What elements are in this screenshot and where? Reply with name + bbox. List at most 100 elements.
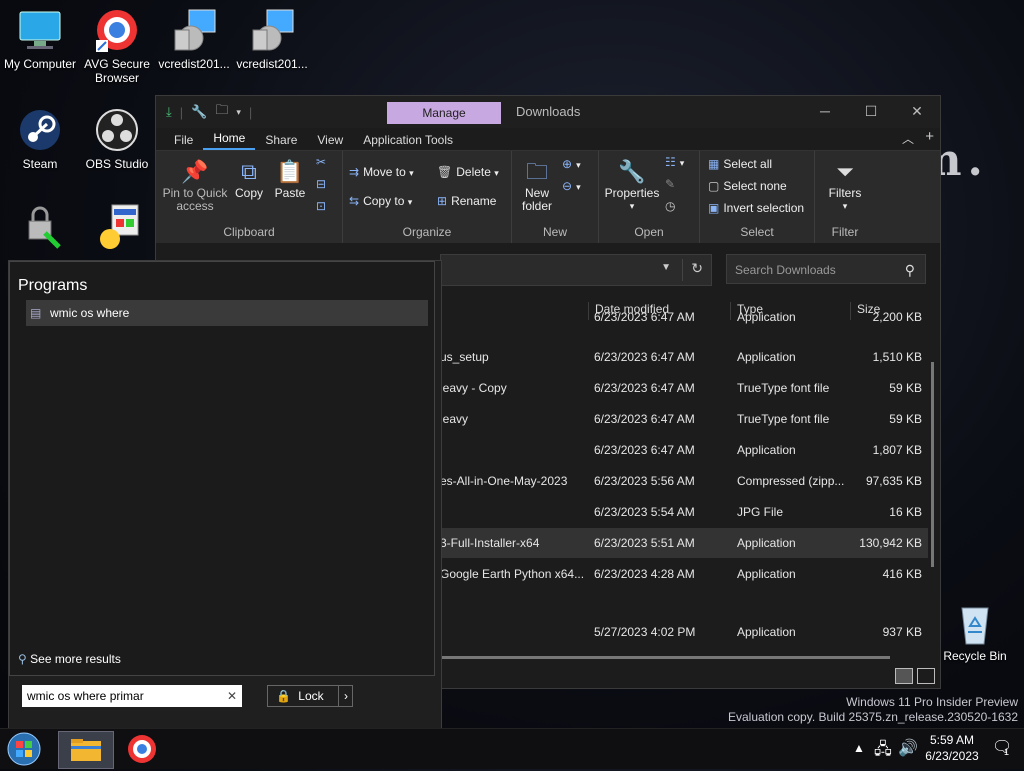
- watermark-line-2: Evaluation copy. Build 25375.zn_release.…: [728, 710, 1018, 724]
- download-icon[interactable]: ⤓: [166, 104, 172, 120]
- window-title: Downloads: [516, 104, 581, 119]
- copy-path-icon[interactable]: ⊟: [316, 177, 330, 191]
- search-input[interactable]: Search Downloads ⚲: [726, 254, 926, 284]
- select-none-button[interactable]: ▢ Select none: [708, 179, 787, 193]
- file-date: 6/23/2023 6:47 AM: [594, 443, 695, 457]
- horizontal-scrollbar[interactable]: [440, 656, 890, 659]
- tab-share[interactable]: Share: [255, 130, 307, 150]
- easy-access-button[interactable]: ⊖ ▾: [562, 179, 581, 193]
- select-all-button[interactable]: ▦ Select all: [708, 157, 772, 171]
- search-icon[interactable]: ⚲: [905, 255, 915, 285]
- desktop-icon-recycle-bin[interactable]: Recycle Bin: [935, 600, 1015, 663]
- volume-icon[interactable]: 🔊: [898, 738, 918, 758]
- see-more-results-link[interactable]: ⚲ See more results: [18, 652, 121, 666]
- new-item-button[interactable]: ⊕ ▾: [562, 157, 581, 171]
- tab-home[interactable]: Home: [203, 128, 256, 150]
- paste-icon: 📋: [276, 159, 304, 184]
- properties-icon[interactable]: 🔧: [191, 104, 207, 120]
- taskbar-file-explorer[interactable]: [58, 731, 114, 769]
- desktop-icon-steam[interactable]: Steam: [0, 108, 80, 171]
- file-date: 6/23/2023 6:47 AM: [594, 350, 695, 364]
- show-hidden-icons[interactable]: ▲: [853, 741, 865, 755]
- search-results: Programs ▤ wmic os where ⚲ See more resu…: [9, 261, 435, 676]
- group-label-new: New: [542, 225, 567, 239]
- address-bar[interactable]: ▼ ↻: [440, 254, 712, 286]
- table-row[interactable]: 6/23/2023 5:54 AM JPG File 16 KB: [440, 497, 928, 527]
- table-row[interactable]: us_setup 6/23/2023 6:47 AM Application 1…: [440, 342, 928, 372]
- new-folder-icon[interactable]: 🗀: [215, 101, 228, 123]
- paste-button[interactable]: 📋 Paste: [270, 157, 310, 200]
- new-folder-button[interactable]: 🗀 New folder: [516, 157, 558, 213]
- tab-file[interactable]: File: [164, 130, 203, 150]
- table-row[interactable]: leavy 6/23/2023 6:47 AM TrueType font fi…: [440, 404, 928, 434]
- edit-button[interactable]: ✎: [665, 177, 679, 191]
- maximize-button[interactable]: ☐: [848, 96, 894, 126]
- start-button[interactable]: [4, 731, 44, 767]
- search-result-item[interactable]: ▤ wmic os where: [26, 300, 428, 326]
- network-icon[interactable]: 🖧: [874, 738, 892, 765]
- clock[interactable]: 5:59 AM 6/23/2023: [922, 732, 982, 764]
- see-more-label: See more results: [30, 652, 121, 666]
- paste-shortcut-icon[interactable]: ⊡: [316, 199, 330, 213]
- title-bar[interactable]: ⤓ | 🔧 🗀 ▾ | Manage Downloads ─ ☐ ✕: [156, 96, 940, 128]
- file-date: 6/23/2023 6:47 AM: [594, 381, 695, 395]
- clear-icon[interactable]: ✕: [227, 685, 237, 707]
- desktop-icon-vcredist-1[interactable]: vcredist201...: [154, 8, 234, 71]
- chevron-down-icon[interactable]: ▼: [661, 262, 671, 273]
- table-row-selected[interactable]: 3-Full-Installer-x64 6/23/2023 5:51 AM A…: [440, 528, 928, 558]
- monitor-icon: [17, 8, 63, 54]
- file-size: 97,635 KB: [865, 474, 922, 488]
- notification-icon[interactable]: 🗨 1: [992, 737, 1012, 757]
- table-row[interactable]: es-All-in-One-May-2023 6/23/2023 5:56 AM…: [440, 466, 928, 496]
- minimize-button[interactable]: ─: [802, 96, 848, 126]
- ribbon-group-new: 🗀 New folder ⊕ ▾ ⊖ ▾ New: [512, 151, 599, 243]
- installer-icon: [249, 8, 295, 54]
- table-row[interactable]: Google Earth Python x64... 6/23/2023 4:2…: [440, 559, 928, 589]
- large-icons-view-icon[interactable]: [917, 668, 935, 684]
- invert-selection-button[interactable]: ▣ Invert selection: [708, 201, 804, 215]
- properties-button[interactable]: 🔧 Properties ▾: [603, 157, 661, 213]
- manage-context-tab[interactable]: Manage: [387, 102, 501, 124]
- windows-orb-icon: [7, 732, 41, 766]
- copy-button[interactable]: ⧉ Copy: [230, 157, 268, 200]
- desktop-icon-vcredist-2[interactable]: vcredist201...: [232, 8, 312, 71]
- funnel-icon: ⏷: [836, 159, 854, 184]
- open-button[interactable]: ☷ ▾: [665, 155, 684, 169]
- desktop-icon-obs[interactable]: OBS Studio: [77, 108, 157, 171]
- help-plus-icon[interactable]: +: [925, 128, 934, 145]
- tab-view[interactable]: View: [307, 130, 353, 150]
- tab-application-tools[interactable]: Application Tools: [353, 130, 463, 150]
- refresh-icon[interactable]: ↻: [691, 260, 703, 277]
- copy-to-button[interactable]: ⇆ Copy to ▾: [349, 194, 412, 208]
- close-button[interactable]: ✕: [894, 96, 940, 126]
- start-search-input[interactable]: wmic os where primar ✕: [22, 685, 242, 707]
- file-type: Application: [737, 567, 796, 581]
- collapse-ribbon-icon[interactable]: ︿: [902, 130, 914, 147]
- chevron-down-icon[interactable]: ▾: [236, 107, 241, 118]
- pin-to-quick-access-button[interactable]: 📌 Pin to Quick access: [160, 157, 230, 213]
- setup-icon: [94, 203, 140, 249]
- invert-selection-label: Invert selection: [723, 201, 805, 215]
- desktop-icon-setup-app[interactable]: [77, 203, 157, 253]
- rename-button[interactable]: ⊞ Rename: [437, 194, 496, 208]
- desktop-icon-lock-app[interactable]: [0, 203, 80, 253]
- desktop-icon-label: My Computer: [3, 57, 77, 71]
- filters-button[interactable]: ⏷ Filters ▾: [821, 157, 869, 213]
- cut-icon[interactable]: ✂: [316, 155, 330, 169]
- chevron-right-icon[interactable]: ›: [338, 686, 348, 706]
- move-to-button[interactable]: ⇉ Move to ▾: [349, 165, 414, 179]
- desktop-icon-my-computer[interactable]: My Computer: [0, 8, 80, 71]
- delete-button[interactable]: 🗑 Delete ▾: [437, 165, 499, 179]
- vertical-scrollbar[interactable]: [931, 362, 934, 567]
- table-row[interactable]: leavy - Copy 6/23/2023 6:47 AM TrueType …: [440, 373, 928, 403]
- desktop-icon-avg-browser[interactable]: AVG Secure Browser: [77, 8, 157, 85]
- taskbar-avg-browser[interactable]: [122, 731, 162, 767]
- file-type: Application: [737, 536, 796, 550]
- table-row[interactable]: 6/23/2023 6:47 AM Application 1,807 KB: [440, 435, 928, 465]
- table-row[interactable]: 6/23/2023 6:47 AM Application 2,200 KB: [440, 310, 928, 330]
- details-view-icon[interactable]: [895, 668, 913, 684]
- table-row[interactable]: 5/27/2023 4:02 PM Application 937 KB: [440, 617, 928, 647]
- lock-button[interactable]: 🔒 Lock ›: [267, 685, 353, 707]
- lock-shortcut-icon: [17, 203, 63, 249]
- history-button[interactable]: ◷: [665, 199, 679, 213]
